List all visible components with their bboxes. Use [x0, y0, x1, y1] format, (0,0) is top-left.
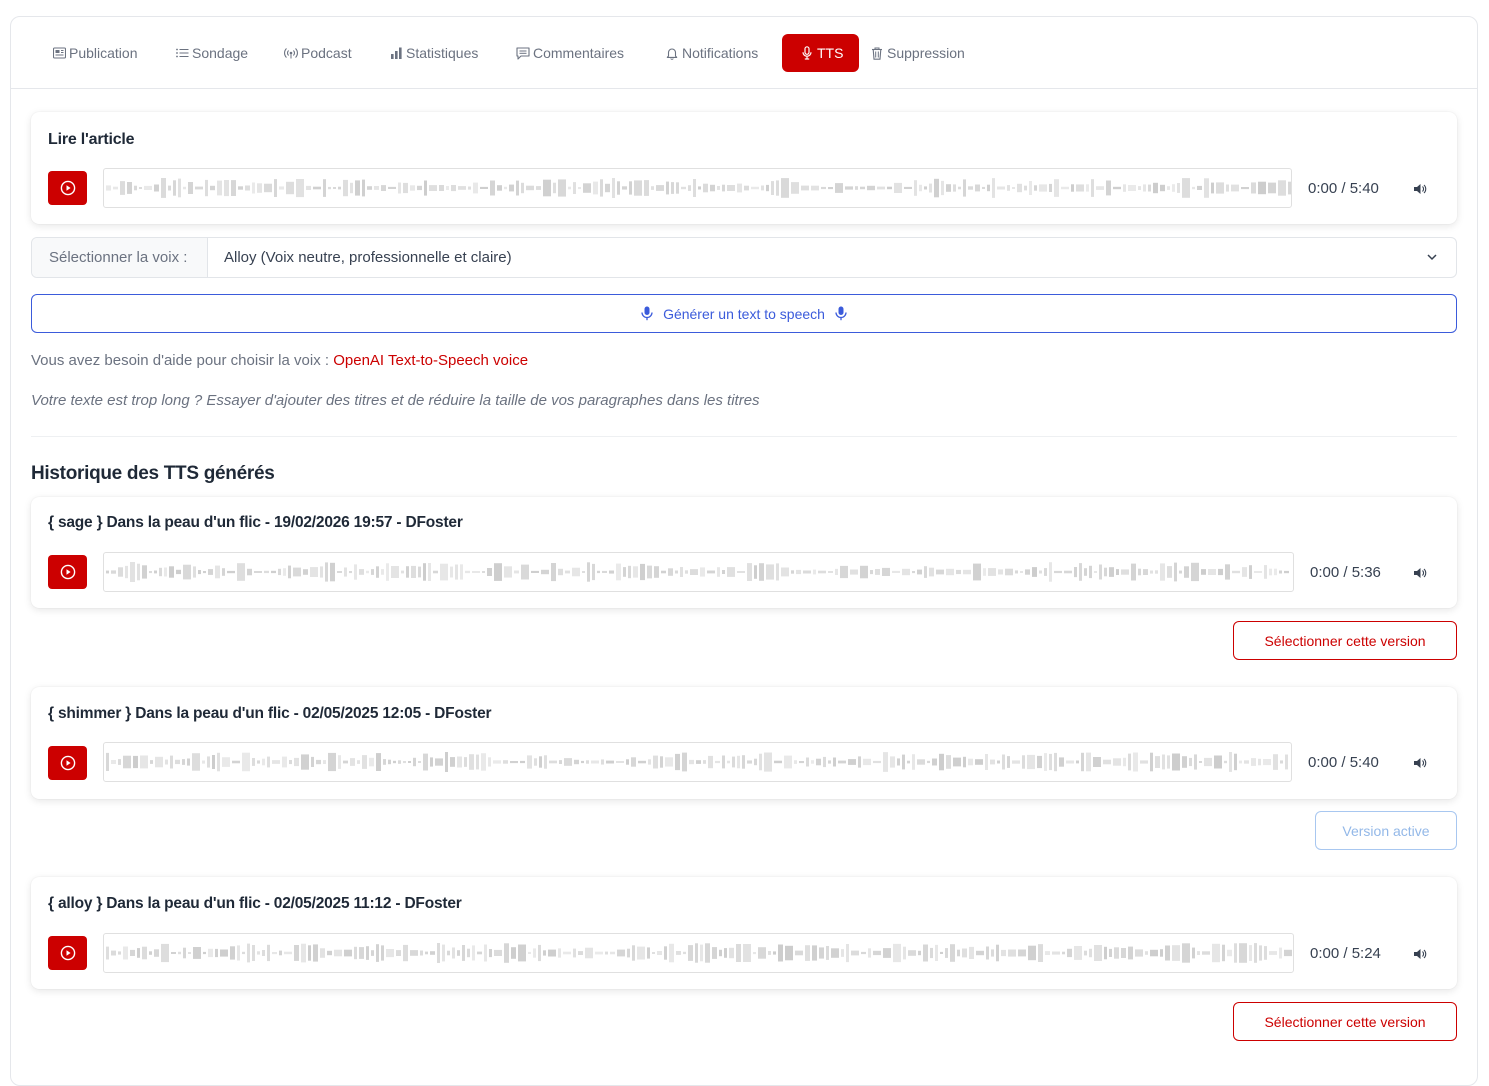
tab-label: Notifications	[682, 45, 759, 61]
history-item-title: { sage } Dans la peau d'un flic - 19/02/…	[48, 514, 463, 531]
article-reader-card: Lire l'article 0:00 / 5:40	[31, 112, 1457, 224]
play-icon	[60, 945, 75, 961]
audio-waveform[interactable]	[103, 168, 1292, 208]
tab-label: Statistiques	[406, 45, 479, 61]
tts-panel: Publication Sondage Podcast Statistiques…	[10, 16, 1478, 1086]
volume-icon[interactable]	[1413, 182, 1427, 196]
audio-waveform[interactable]	[103, 933, 1294, 973]
bell-icon	[665, 46, 679, 60]
volume-icon[interactable]	[1413, 566, 1427, 580]
comment-icon	[516, 46, 530, 60]
audio-waveform[interactable]	[103, 552, 1294, 592]
microphone-icon	[835, 306, 847, 321]
tab-label: TTS	[817, 45, 844, 61]
tab-sondage[interactable]: Sondage	[173, 34, 250, 72]
play-icon	[60, 564, 75, 580]
text-too-long-hint: Votre texte est trop long ? Essayer d'aj…	[31, 392, 760, 409]
tab-label: Suppression	[887, 45, 965, 61]
reader-title: Lire l'article	[48, 131, 135, 148]
history-item-title: { shimmer } Dans la peau d'un flic - 02/…	[48, 705, 492, 722]
voice-select-value[interactable]: Alloy (Voix neutre, professionnelle et c…	[208, 238, 1456, 277]
voice-select-label: Sélectionner la voix :	[32, 238, 208, 277]
tab-label: Sondage	[192, 45, 249, 61]
tab-podcast[interactable]: Podcast	[282, 34, 354, 72]
tab-bar: Publication Sondage Podcast Statistiques…	[11, 17, 1477, 89]
chevron-down-icon	[1427, 254, 1437, 261]
volume-icon[interactable]	[1413, 756, 1427, 770]
tab-label: Commentaires	[533, 45, 625, 61]
bar-chart-icon	[389, 46, 403, 60]
audio-time: 0:00 / 5:40	[1308, 754, 1379, 771]
history-item: { alloy } Dans la peau d'un flic - 02/05…	[31, 877, 1457, 989]
tab-statistiques[interactable]: Statistiques	[387, 34, 480, 72]
history-item: { shimmer } Dans la peau d'un flic - 02/…	[31, 687, 1457, 799]
select-version-button[interactable]: Sélectionner cette version	[1233, 621, 1457, 660]
volume-icon[interactable]	[1413, 947, 1427, 961]
microphone-icon	[641, 306, 653, 321]
history-item-title: { alloy } Dans la peau d'un flic - 02/05…	[48, 895, 462, 912]
voice-help-text: Vous avez besoin d'aide pour choisir la …	[31, 352, 528, 369]
generate-tts-label: Générer un text to speech	[663, 305, 825, 322]
tab-tts[interactable]: TTS	[782, 34, 860, 72]
newspaper-icon	[52, 46, 66, 60]
play-button[interactable]	[48, 936, 87, 970]
trash-icon	[870, 46, 884, 60]
history-title: Historique des TTS générés	[31, 463, 275, 484]
tab-publication[interactable]: Publication	[50, 34, 140, 72]
active-version-button[interactable]: Version active	[1315, 811, 1457, 850]
play-button[interactable]	[48, 171, 87, 205]
play-button[interactable]	[48, 746, 87, 780]
select-version-button[interactable]: Sélectionner cette version	[1233, 1002, 1457, 1041]
tab-label: Publication	[69, 45, 138, 61]
divider	[31, 436, 1457, 437]
microphone-icon	[800, 46, 814, 60]
voice-select[interactable]: Sélectionner la voix : Alloy (Voix neutr…	[31, 237, 1457, 278]
tab-notifications[interactable]: Notifications	[663, 34, 760, 72]
voice-help-label: Vous avez besoin d'aide pour choisir la …	[31, 352, 334, 369]
voice-selected-text: Alloy (Voix neutre, professionnelle et c…	[224, 249, 512, 266]
audio-waveform[interactable]	[103, 742, 1292, 782]
audio-time: 0:00 / 5:36	[1310, 564, 1381, 581]
tab-commentaires[interactable]: Commentaires	[514, 34, 626, 72]
audio-time: 0:00 / 5:24	[1310, 945, 1381, 962]
audio-time: 0:00 / 5:40	[1308, 180, 1379, 197]
play-icon	[60, 755, 75, 771]
broadcast-icon	[284, 46, 298, 60]
play-button[interactable]	[48, 555, 87, 589]
history-item: { sage } Dans la peau d'un flic - 19/02/…	[31, 497, 1457, 608]
list-icon	[175, 46, 189, 60]
generate-tts-button[interactable]: Générer un text to speech	[31, 294, 1457, 333]
tab-suppression[interactable]: Suppression	[868, 34, 967, 72]
openai-voice-link[interactable]: OpenAI Text-to-Speech voice	[333, 352, 528, 369]
tab-label: Podcast	[301, 45, 352, 61]
play-icon	[60, 180, 75, 196]
